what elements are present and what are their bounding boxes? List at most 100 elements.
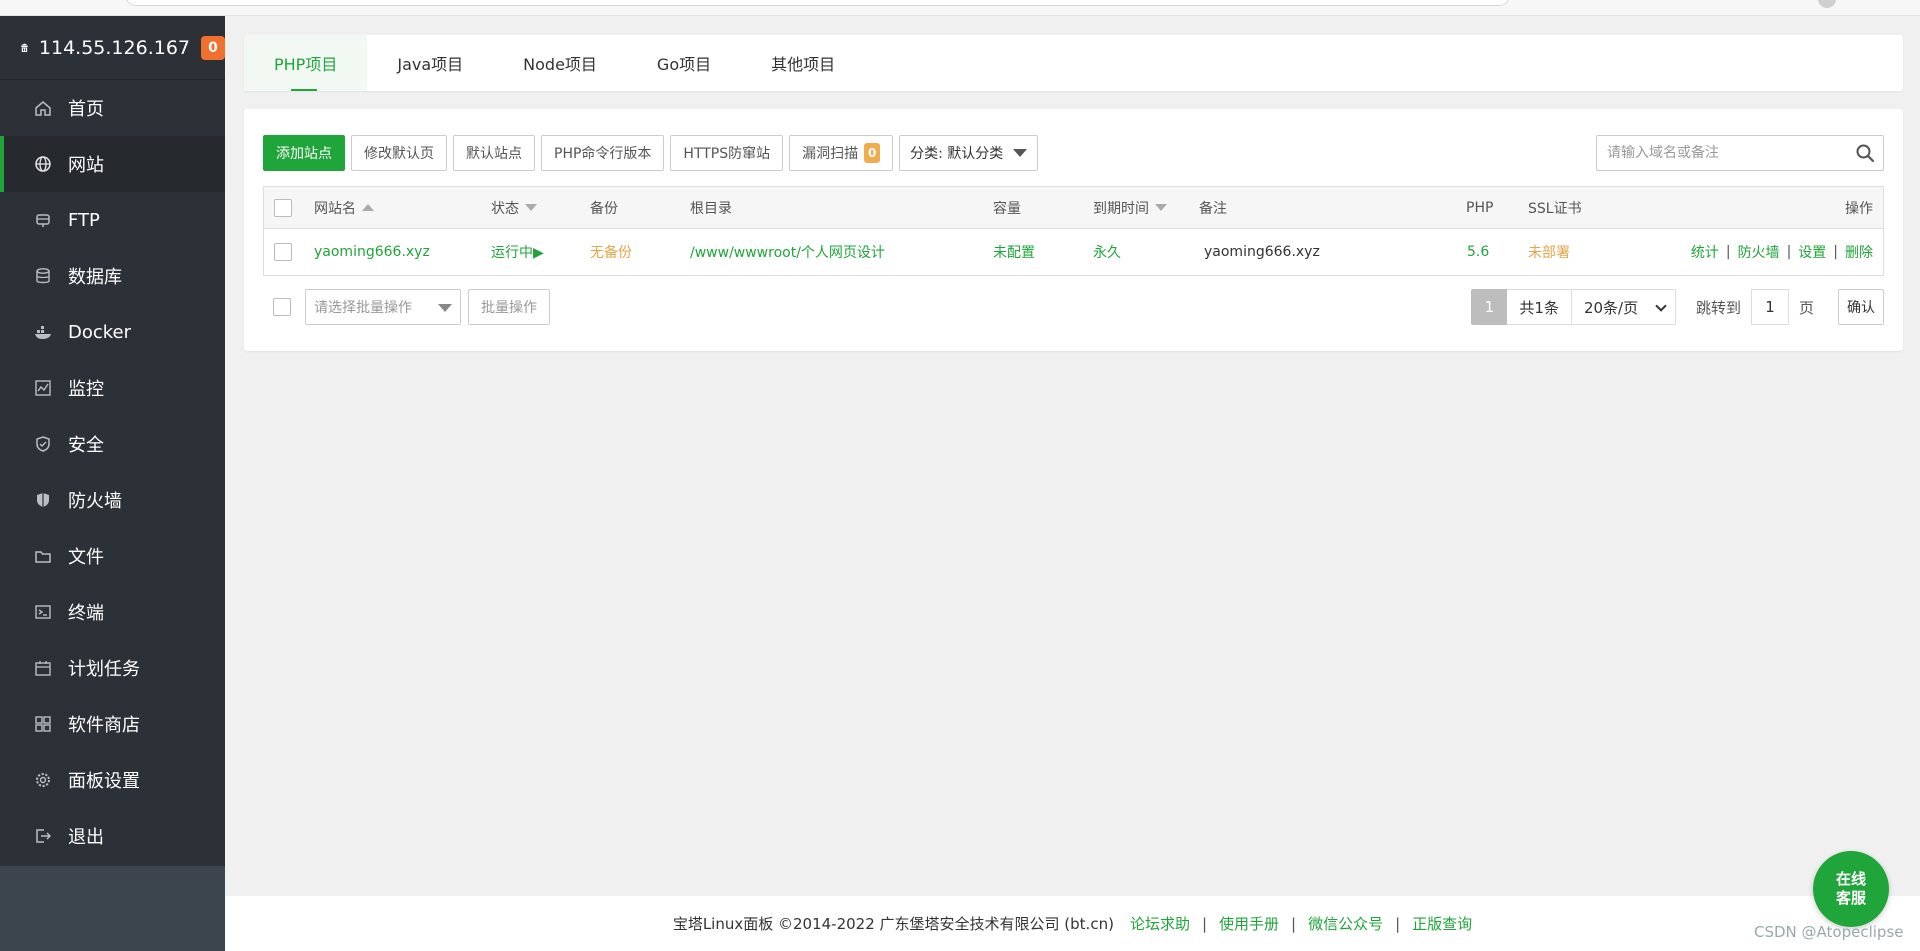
terminal-icon (33, 602, 53, 622)
sidebar-item-home[interactable]: 首页 (0, 80, 225, 136)
sidebar-item-folder[interactable]: 文件 (0, 528, 225, 584)
capacity-link[interactable]: 未配置 (993, 229, 1035, 275)
toolbar: 添加站点 修改默认页 默认站点 PHP命令行版本 HTTPS防窜站 漏洞扫描 0… (263, 135, 1039, 171)
category-select[interactable]: 分类: 默认分类 (899, 135, 1039, 171)
footer-separator: | (1291, 914, 1297, 933)
page-footer: 宝塔Linux面板 ©2014-2022 广东堡塔安全技术有限公司 (bt.cn… (225, 896, 1920, 951)
sidebar-item-label: 数据库 (68, 267, 122, 288)
sidebar-item-shield-check[interactable]: 安全 (0, 416, 225, 472)
server-ip: 114.55.126.167 (38, 36, 190, 59)
sidebar-item-globe[interactable]: 网站 (0, 136, 225, 192)
tab-go-project[interactable]: Go项目 (627, 35, 741, 91)
sidebar-item-label: 防火墙 (68, 491, 122, 512)
sidebar-item-gear[interactable]: 面板设置 (0, 752, 225, 808)
remark-text[interactable]: yaoming666.xyz (1204, 229, 1320, 275)
header-status[interactable]: 状态 (491, 187, 537, 228)
page-size-value: 20条/页 (1583, 298, 1639, 317)
sidebar-item-logout[interactable]: 退出 (0, 808, 225, 864)
action-firewall-link[interactable]: 防火墙 (1738, 242, 1780, 262)
header-backup: 备份 (590, 187, 618, 228)
header-site-name[interactable]: 网站名 (314, 187, 374, 228)
sidebar-item-firewall-shield[interactable]: 防火墙 (0, 472, 225, 528)
gear-icon (33, 770, 53, 790)
header-php: PHP (1466, 187, 1493, 228)
root-dir-link[interactable]: /www/wwwroot/个人网页设计 (690, 229, 885, 275)
header-label: 容量 (993, 200, 1021, 217)
add-site-button[interactable]: 添加站点 (263, 135, 345, 171)
jump-confirm-button[interactable]: 确认 (1838, 289, 1884, 325)
jump-page-input[interactable]: 1 (1750, 289, 1789, 325)
notification-badge[interactable]: 0 (201, 35, 225, 60)
page-size-select[interactable]: 20条/页 (1571, 289, 1676, 325)
header-expire[interactable]: 到期时间 (1093, 187, 1167, 228)
sidebar-item-docker[interactable]: Docker (0, 304, 225, 360)
vuln-scan-label: 漏洞扫描 (802, 146, 859, 162)
batch-operation-select[interactable]: 请选择批量操作 (305, 289, 461, 325)
sidebar-item-apps-grid[interactable]: 软件商店 (0, 696, 225, 752)
action-stats-link[interactable]: 统计 (1691, 242, 1719, 262)
expire-link[interactable]: 永久 (1093, 229, 1121, 275)
sidebar-item-database[interactable]: 数据库 (0, 248, 225, 304)
header-label: 网站名 (314, 200, 356, 217)
search-icon[interactable] (1847, 136, 1883, 170)
default-site-button[interactable]: 默认站点 (453, 135, 535, 171)
browser-profile-icon[interactable] (1818, 0, 1836, 8)
sidebar-item-label: 文件 (68, 547, 104, 568)
site-table: 网站名 状态 备份 根目录 容量 到期时间 备注 PHP SSL证书 操作 ya… (263, 186, 1884, 276)
sidebar-item-label: 终端 (68, 603, 104, 624)
status-running-toggle[interactable]: 运行中▶ (491, 229, 544, 275)
site-name-link[interactable]: yaoming666.xyz (314, 229, 430, 275)
tab-label: Node项目 (523, 55, 597, 74)
php-version-link[interactable]: 5.6 (1467, 229, 1489, 275)
ssl-status-link[interactable]: 未部署 (1528, 229, 1570, 275)
sidebar-item-terminal[interactable]: 终端 (0, 584, 225, 640)
tab-node-project[interactable]: Node项目 (493, 35, 627, 91)
online-support-button[interactable]: 在线 客服 (1813, 851, 1889, 927)
footer-link-license-check[interactable]: 正版查询 (1412, 913, 1472, 934)
page-number-current[interactable]: 1 (1471, 289, 1508, 325)
apps-grid-icon (33, 714, 53, 734)
php-cli-version-button[interactable]: PHP命令行版本 (541, 135, 665, 171)
vuln-scan-button[interactable]: 漏洞扫描 0 (789, 135, 894, 171)
ftp-icon (33, 210, 53, 230)
tab-other-project[interactable]: 其他项目 (741, 35, 865, 91)
sidebar-item-label: 网站 (68, 155, 104, 176)
database-icon (33, 266, 53, 286)
browser-chrome (0, 0, 1920, 16)
header-remark: 备注 (1199, 187, 1227, 228)
sort-down-icon (1155, 204, 1167, 211)
select-all-checkbox[interactable] (274, 198, 292, 217)
table-header: 网站名 状态 备份 根目录 容量 到期时间 备注 PHP SSL证书 操作 (264, 187, 1883, 229)
footer-link-wechat[interactable]: 微信公众号 (1308, 913, 1383, 934)
firewall-shield-icon (33, 490, 53, 510)
sidebar-item-monitor[interactable]: 监控 (0, 360, 225, 416)
header-label: PHP (1466, 199, 1494, 216)
sidebar: 114.55.126.167 0 首页网站 FTP 数据库 Docker 监控 安全防火墙… (0, 16, 225, 951)
tab-java-project[interactable]: Java项目 (367, 35, 493, 91)
modify-default-page-button[interactable]: 修改默认页 (351, 135, 447, 171)
header-label: 到期时间 (1093, 200, 1149, 217)
copyright-text: 宝塔Linux面板 ©2014-2022 广东堡塔安全技术有限公司 (bt.cn… (672, 915, 1114, 933)
header-capacity: 容量 (993, 187, 1021, 228)
header-actions: 操作 (1845, 187, 1873, 228)
footer-link-manual[interactable]: 使用手册 (1219, 913, 1279, 934)
browser-address-bar[interactable] (125, 0, 1510, 6)
backup-link[interactable]: 无备份 (590, 229, 632, 275)
https-protect-button[interactable]: HTTPS防窜站 (670, 135, 784, 171)
search-input[interactable] (1597, 136, 1847, 170)
tab-php-project[interactable]: PHP项目 (244, 35, 368, 91)
search-box (1596, 135, 1884, 171)
batch-select-all-checkbox[interactable] (273, 298, 291, 316)
select-all-checkbox-cell (274, 187, 292, 228)
action-settings-link[interactable]: 设置 (1798, 242, 1826, 262)
sidebar-item-label: 计划任务 (68, 659, 140, 680)
action-delete-link[interactable]: 删除 (1845, 242, 1873, 262)
pagination: 1 共1条 20条/页 跳转到 1 页 确认 (1471, 289, 1884, 325)
batch-operation-button[interactable]: 批量操作 (468, 289, 550, 325)
tab-label: PHP项目 (274, 55, 338, 74)
row-checkbox[interactable] (274, 243, 292, 261)
sidebar-item-ftp[interactable]: FTP (0, 192, 225, 248)
tab-label: 其他项目 (771, 55, 836, 74)
sidebar-item-calendar[interactable]: 计划任务 (0, 640, 225, 696)
footer-link-forum[interactable]: 论坛求助 (1130, 913, 1190, 934)
